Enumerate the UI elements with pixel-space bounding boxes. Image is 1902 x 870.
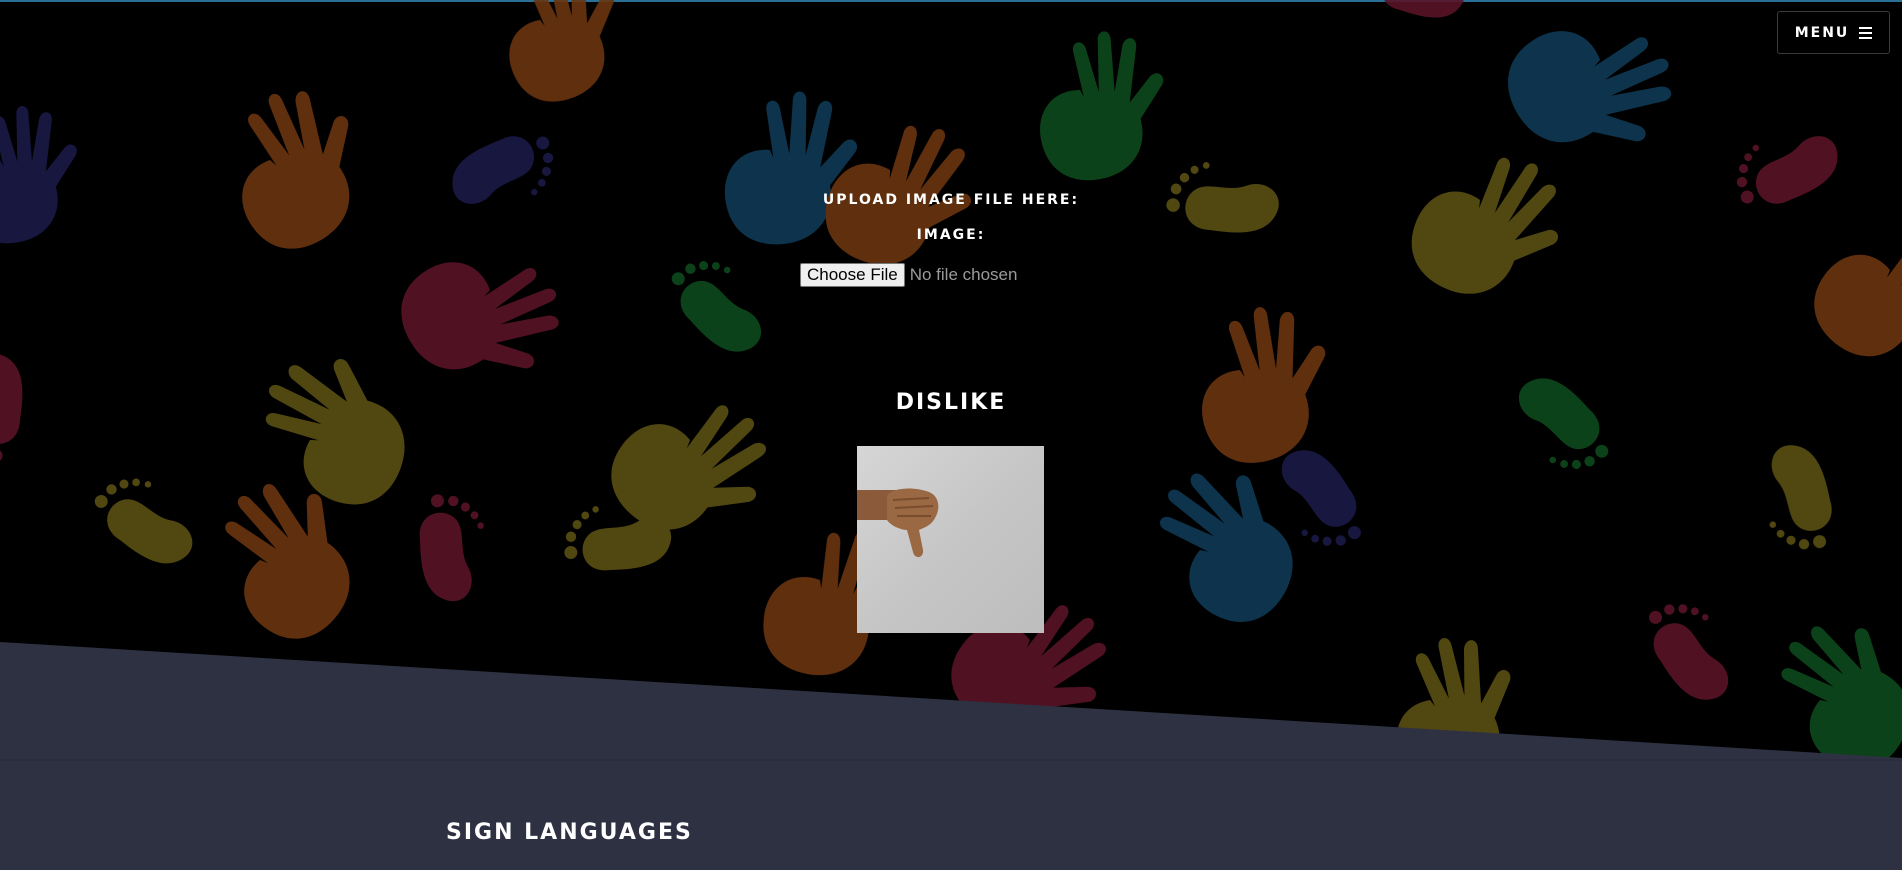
menu-button[interactable]: MENU xyxy=(1777,11,1890,54)
menu-label: MENU xyxy=(1794,24,1850,41)
sign-languages-heading: SIGN LANGUAGES xyxy=(446,820,693,845)
file-input[interactable]: Choose File No file chosen xyxy=(800,263,1017,287)
file-status-text: No file chosen xyxy=(909,265,1018,284)
hamburger-icon xyxy=(1859,26,1873,39)
page: MENU UPLOAD IMAGE FILE HERE: IMAGE: Choo… xyxy=(0,0,1902,870)
prediction-label: DISLIKE xyxy=(895,390,1007,415)
choose-file-button[interactable]: Choose File xyxy=(800,263,905,287)
upload-heading: UPLOAD IMAGE FILE HERE: xyxy=(822,192,1080,208)
uploaded-gesture-image xyxy=(857,446,1044,633)
hands-and-feet-background xyxy=(0,0,1902,802)
image-field-label: IMAGE: xyxy=(916,227,986,243)
thumbs-down-gesture-icon xyxy=(857,488,939,558)
